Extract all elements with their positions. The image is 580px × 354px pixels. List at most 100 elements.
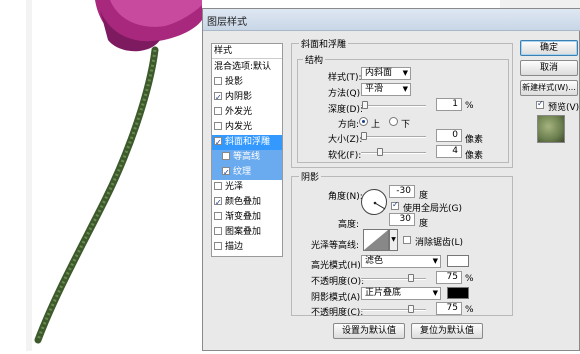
style-item-drop-shadow[interactable]: 投影 xyxy=(212,75,282,90)
antialias-label: 消除锯齿(L) xyxy=(415,238,464,248)
depth-slider-thumb[interactable] xyxy=(361,101,368,109)
shadow-opacity-slider-thumb[interactable] xyxy=(407,305,414,313)
structure-title: 结构 xyxy=(303,53,326,66)
style-item-pattern-overlay[interactable]: 图案叠加 xyxy=(212,225,282,240)
size-slider-thumb[interactable] xyxy=(361,132,367,140)
direction-up-label: 上 xyxy=(371,120,381,130)
style-item-stroke[interactable]: 描边 xyxy=(212,240,282,255)
highlight-mode-select[interactable]: 滤色 ▼ xyxy=(361,255,441,268)
chevron-down-icon: ▼ xyxy=(432,289,438,297)
style-item-satin[interactable]: 光泽 xyxy=(212,180,282,195)
direction-label: 方向: xyxy=(338,120,360,130)
shadow-opacity-input[interactable]: 75 xyxy=(436,302,462,315)
depth-input[interactable]: 1 xyxy=(436,98,462,111)
highlight-opacity-unit: % xyxy=(465,274,474,284)
style-item-outer-glow[interactable]: 外发光 xyxy=(212,105,282,120)
checkbox[interactable] xyxy=(214,90,222,105)
shadow-color-swatch[interactable] xyxy=(447,287,469,299)
depth-label: 深度(D): xyxy=(328,105,363,115)
technique-label: 方法(Q): xyxy=(328,89,364,99)
soften-unit: 像素 xyxy=(465,151,484,161)
style-item-label: 内发光 xyxy=(225,122,253,132)
checkbox[interactable] xyxy=(214,182,222,190)
shadow-mode-label: 阴影模式(A): xyxy=(311,293,364,303)
angle-input[interactable]: -30 xyxy=(389,185,415,198)
style-item-label: 内阴影 xyxy=(225,92,253,102)
style-item-label: 颜色叠加 xyxy=(225,197,262,207)
highlight-color-swatch[interactable] xyxy=(447,255,469,267)
new-style-button[interactable]: 新建样式(W)... xyxy=(520,80,578,96)
style-item-gradient-overlay[interactable]: 渐变叠加 xyxy=(212,210,282,225)
style-item-label: 外发光 xyxy=(225,107,253,117)
checkbox[interactable] xyxy=(214,227,222,235)
checkbox[interactable] xyxy=(214,195,222,210)
checkbox[interactable] xyxy=(214,242,222,250)
checkbox[interactable] xyxy=(214,77,222,85)
highlight-opacity-label: 不透明度(O): xyxy=(311,277,365,287)
styles-list: 样式 混合选项:默认 投影 内阴影 外发光 内发光 斜面和浮雕 等高线 纹理 光… xyxy=(211,43,283,257)
cancel-button[interactable]: 取消 xyxy=(520,60,578,76)
checkbox[interactable] xyxy=(222,165,230,180)
direction-down-radio[interactable] xyxy=(389,117,398,126)
bevel-emboss-title: 斜面和浮雕 xyxy=(299,37,349,50)
direction-down-label: 下 xyxy=(401,120,411,130)
shadow-opacity-slider[interactable] xyxy=(361,309,426,311)
document-canvas xyxy=(0,0,202,351)
preview-checkbox[interactable] xyxy=(536,99,544,109)
highlight-opacity-slider[interactable] xyxy=(361,278,426,280)
style-item-contour[interactable]: 等高线 xyxy=(212,150,282,165)
chevron-down-icon: ▼ xyxy=(402,85,408,93)
style-item-label: 渐变叠加 xyxy=(225,212,262,222)
style-label: 样式(T): xyxy=(328,73,362,83)
style-item-bevel-emboss[interactable]: 斜面和浮雕 xyxy=(212,135,282,150)
style-item-inner-glow[interactable]: 内发光 xyxy=(212,120,282,135)
checkbox[interactable] xyxy=(214,212,222,220)
ok-button[interactable]: 确定 xyxy=(520,40,578,56)
set-default-button[interactable]: 设置为默认值 xyxy=(333,323,405,339)
gloss-contour-picker[interactable] xyxy=(363,229,389,251)
size-input[interactable]: 0 xyxy=(436,129,462,142)
soften-slider-thumb[interactable] xyxy=(376,148,383,156)
checkbox[interactable] xyxy=(214,107,222,115)
style-item-color-overlay[interactable]: 颜色叠加 xyxy=(212,195,282,210)
size-slider[interactable] xyxy=(361,136,426,138)
style-item-texture[interactable]: 纹理 xyxy=(212,165,282,180)
technique-select[interactable]: 平滑 ▼ xyxy=(361,83,411,96)
soften-label: 软化(F): xyxy=(328,151,362,161)
contour-dropdown-button[interactable]: ▼ xyxy=(389,229,398,251)
style-item-label: 纹理 xyxy=(233,167,252,177)
layer-style-dialog: 图层样式 样式 混合选项:默认 投影 内阴影 外发光 内发光 斜面和浮雕 等高线… xyxy=(202,8,580,351)
checkbox[interactable] xyxy=(214,122,222,130)
direction-up-radio[interactable] xyxy=(359,117,368,126)
dialog-titlebar[interactable]: 图层样式 xyxy=(203,9,580,31)
style-item-label: 混合选项:默认 xyxy=(214,62,272,72)
style-item-label: 描边 xyxy=(225,242,244,252)
style-item-label: 投影 xyxy=(225,77,244,87)
altitude-input[interactable]: 30 xyxy=(389,213,415,226)
depth-slider[interactable] xyxy=(361,105,426,107)
soften-input[interactable]: 4 xyxy=(436,145,462,158)
size-unit: 像素 xyxy=(465,135,484,145)
checkbox[interactable] xyxy=(222,152,230,160)
style-item-label: 图案叠加 xyxy=(225,227,262,237)
altitude-label: 高度: xyxy=(338,220,360,230)
soften-slider[interactable] xyxy=(361,152,426,154)
select-value: 内斜面 xyxy=(365,68,393,78)
highlight-opacity-input[interactable]: 75 xyxy=(436,271,462,284)
bevel-style-select[interactable]: 内斜面 ▼ xyxy=(361,67,411,80)
shadow-mode-select[interactable]: 正片叠底 ▼ xyxy=(361,287,441,300)
angle-dial[interactable] xyxy=(361,189,387,215)
shadow-opacity-label: 不透明度(C): xyxy=(311,308,364,318)
style-item-blending-options[interactable]: 混合选项:默认 xyxy=(212,60,282,75)
antialias-checkbox[interactable] xyxy=(403,236,411,244)
preview-label: 预览(V) xyxy=(548,103,580,113)
reset-default-button[interactable]: 复位为默认值 xyxy=(411,323,483,339)
checkbox[interactable] xyxy=(214,135,222,150)
highlight-opacity-slider-thumb[interactable] xyxy=(407,274,414,282)
style-item-inner-shadow[interactable]: 内阴影 xyxy=(212,90,282,105)
global-light-checkbox[interactable] xyxy=(391,200,399,210)
shadow-opacity-unit: % xyxy=(465,305,474,315)
shading-title: 阴影 xyxy=(299,170,322,183)
dialog-title: 图层样式 xyxy=(207,17,247,28)
select-value: 正片叠底 xyxy=(365,288,402,298)
